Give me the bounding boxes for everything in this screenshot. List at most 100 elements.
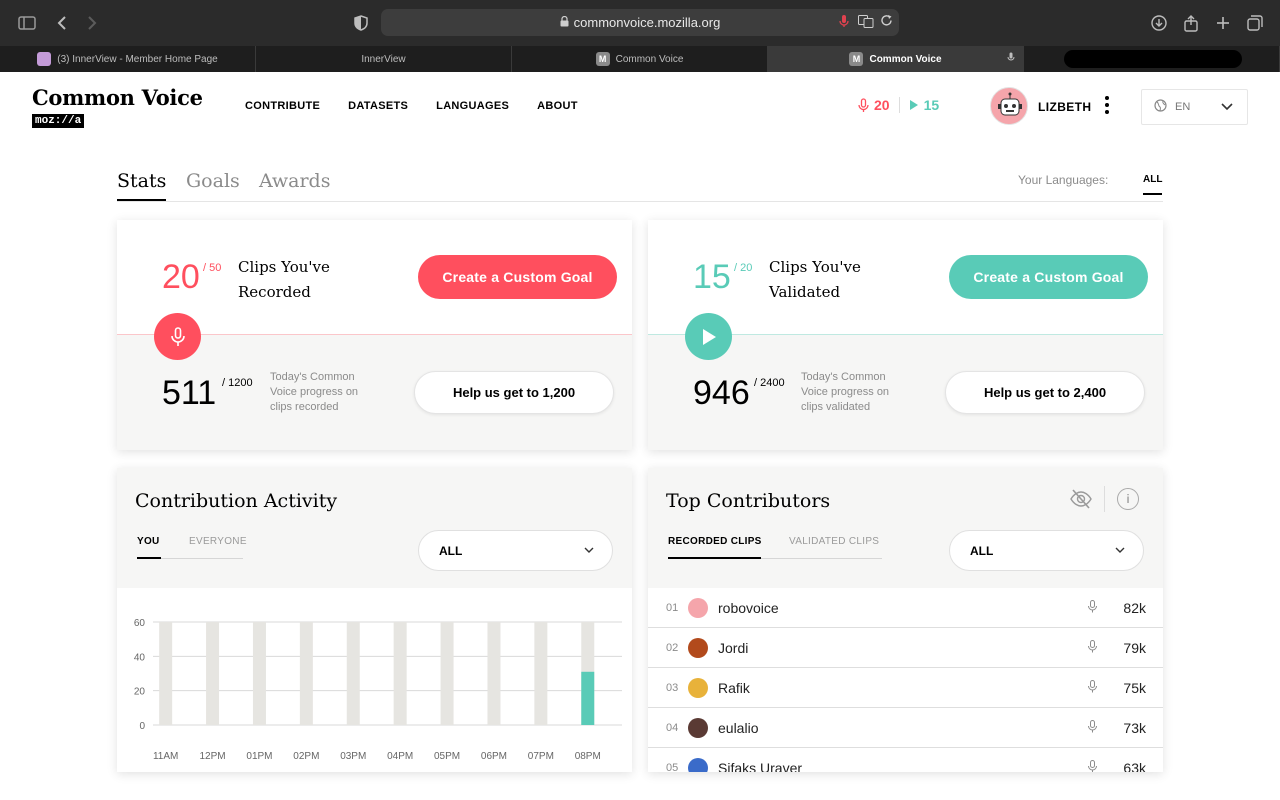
language-value: EN xyxy=(1175,101,1191,113)
chevron-down-icon xyxy=(1115,542,1125,557)
main-nav: CONTRIBUTE DATASETS LANGUAGES ABOUT xyxy=(245,100,578,112)
validated-goal-top: 15 / 20 Clips You've Validated Create a … xyxy=(648,220,1163,335)
tab-awards[interactable]: Awards xyxy=(259,170,330,192)
progress-counts[interactable]: 20 15 xyxy=(858,97,939,113)
create-custom-goal-button[interactable]: Create a Custom Goal xyxy=(418,255,617,299)
divider xyxy=(898,97,900,113)
forward-icon[interactable] xyxy=(80,11,104,35)
common-voice-logo[interactable]: Common Voice moz://a xyxy=(32,85,203,128)
mic-in-use-icon[interactable] xyxy=(1007,52,1015,66)
bar-track xyxy=(206,622,220,725)
activity-filter-select[interactable]: ALL xyxy=(418,530,613,571)
lock-icon xyxy=(560,15,569,30)
language-filter-all[interactable]: ALL xyxy=(1143,174,1163,195)
x-tick-label: 03PM xyxy=(340,751,366,762)
browser-tab-redacted[interactable] xyxy=(1024,46,1280,72)
browser-tab-active[interactable]: M Common Voice xyxy=(768,46,1024,72)
address-bar[interactable]: commonvoice.mozilla.org xyxy=(381,9,899,36)
list-item[interactable]: 04 eulalio 73k xyxy=(648,708,1163,748)
create-custom-goal-button[interactable]: Create a Custom Goal xyxy=(949,255,1148,299)
url-text: commonvoice.mozilla.org xyxy=(573,15,721,30)
recorded-count-value: 20 xyxy=(874,97,890,113)
download-icon[interactable] xyxy=(1147,11,1171,35)
microphone-icon xyxy=(1088,679,1097,696)
translate-icon[interactable] xyxy=(858,15,874,31)
tab-label: (3) InnerView - Member Home Page xyxy=(57,53,218,65)
microphone-icon xyxy=(1088,599,1097,616)
select-value: ALL xyxy=(970,543,994,558)
browser-tab[interactable]: (3) InnerView - Member Home Page xyxy=(0,46,256,72)
play-icon xyxy=(909,100,918,110)
global-validated-total: 946 xyxy=(693,374,750,412)
microphone-icon[interactable] xyxy=(154,313,201,360)
validated-clips-label: Clips You've Validated xyxy=(769,255,899,305)
top-contributors-panel: Top Contributors i RECORDED CLIPS VALIDA… xyxy=(648,468,1163,772)
x-tick-label: 01PM xyxy=(246,751,272,762)
language-selector[interactable]: EN xyxy=(1141,89,1248,125)
tab-everyone[interactable]: EVERYONE xyxy=(189,536,247,547)
back-icon[interactable] xyxy=(50,11,74,35)
contributor-name: Jordi xyxy=(718,639,749,656)
list-item[interactable]: 03 Rafik 75k xyxy=(648,668,1163,708)
microphone-icon xyxy=(1088,639,1097,656)
list-item[interactable]: 05 Sifaks Uraver 63k xyxy=(648,748,1163,772)
list-item[interactable]: 02 Jordi 79k xyxy=(648,628,1163,668)
contributor-name: eulalio xyxy=(718,719,759,736)
browser-toolbar: commonvoice.mozilla.org xyxy=(0,0,1280,46)
panel-title: Contribution Activity xyxy=(135,490,338,512)
contributor-name: Rafik xyxy=(718,679,750,696)
divider xyxy=(1104,486,1105,512)
tab-recorded-clips[interactable]: RECORDED CLIPS xyxy=(668,536,762,547)
x-tick-label: 08PM xyxy=(575,751,601,762)
nav-contribute[interactable]: CONTRIBUTE xyxy=(245,100,320,112)
validated-count-value: 15 xyxy=(923,97,940,113)
clip-count: 79k xyxy=(1123,639,1146,656)
new-tab-icon[interactable] xyxy=(1211,11,1235,35)
sidebar-toggle-icon[interactable] xyxy=(15,11,39,35)
list-item[interactable]: 01 robovoice 82k xyxy=(648,588,1163,628)
bar xyxy=(581,671,595,725)
nav-languages[interactable]: LANGUAGES xyxy=(436,100,509,112)
tab-stats[interactable]: Stats xyxy=(117,170,167,201)
contribution-activity-panel: Contribution Activity YOU EVERYONE ALL 0… xyxy=(117,468,632,772)
mic-active-icon[interactable] xyxy=(839,14,849,31)
tab-overview-icon[interactable] xyxy=(1243,11,1267,35)
mozilla-favicon-icon: M xyxy=(595,52,610,66)
user-avatar[interactable] xyxy=(990,87,1028,125)
nav-about[interactable]: ABOUT xyxy=(537,100,578,112)
tab-goals[interactable]: Goals xyxy=(186,170,240,192)
x-tick-label: 12PM xyxy=(200,751,226,762)
play-icon[interactable] xyxy=(685,313,732,360)
innerview-favicon-icon xyxy=(37,52,52,66)
nav-datasets[interactable]: DATASETS xyxy=(348,100,408,112)
tab-validated-clips[interactable]: VALIDATED CLIPS xyxy=(789,536,879,547)
activity-chart: 0 20 40 60 11AM 12PM 01PM 02PM 03PM 04PM 05PM 06PM 0… xyxy=(117,588,632,772)
recorded-count: 20 xyxy=(858,97,890,113)
tab-active-underline xyxy=(668,557,761,559)
rank: 01 xyxy=(666,601,679,614)
x-tick-label: 07PM xyxy=(528,751,554,762)
user-name[interactable]: LIZBETH xyxy=(1038,100,1091,114)
mozilla-wordmark: moz://a xyxy=(32,114,85,128)
eye-off-icon[interactable] xyxy=(1070,488,1092,510)
browser-tab[interactable]: M Common Voice xyxy=(512,46,768,72)
bar-track xyxy=(346,622,360,725)
bar-track xyxy=(252,622,266,725)
help-us-get-to-1200-button[interactable]: Help us get to 1,200 xyxy=(414,371,614,414)
logo-title: Common Voice xyxy=(32,85,203,110)
tab-label: Common Voice xyxy=(869,53,942,65)
info-icon[interactable]: i xyxy=(1117,488,1139,510)
tab-you[interactable]: YOU xyxy=(137,536,160,547)
validated-goal-card: 15 / 20 Clips You've Validated Create a … xyxy=(648,220,1163,450)
browser-tab[interactable]: InnerView xyxy=(256,46,512,72)
help-us-get-to-2400-button[interactable]: Help us get to 2,400 xyxy=(945,371,1145,414)
chevron-down-icon xyxy=(584,542,594,557)
share-icon[interactable] xyxy=(1179,11,1203,35)
avatar xyxy=(688,597,708,618)
privacy-shield-icon[interactable] xyxy=(349,11,373,35)
more-menu-icon[interactable] xyxy=(1104,95,1110,119)
reload-icon[interactable] xyxy=(880,14,893,30)
global-recorded-goal: / 1200 xyxy=(222,377,253,389)
contributors-filter-select[interactable]: ALL xyxy=(949,530,1144,571)
select-value: ALL xyxy=(439,543,463,558)
